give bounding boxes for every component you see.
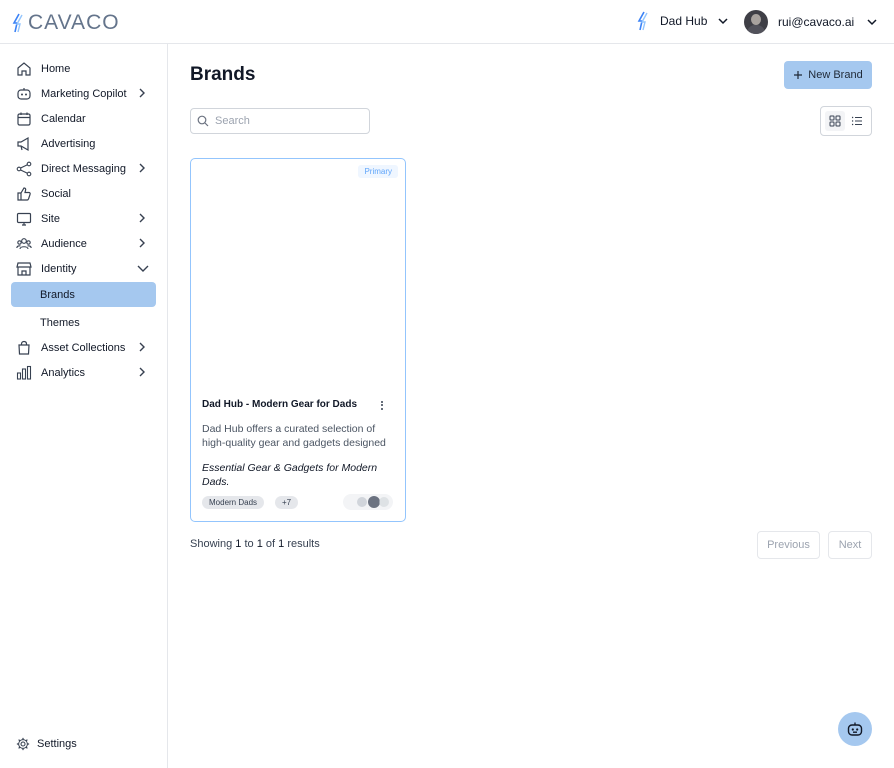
app-logo[interactable]: CAVACO (12, 11, 120, 35)
brand-card[interactable]: Primary Dad Hub - Modern Gear for Dads D… (190, 158, 406, 522)
user-menu[interactable]: rui@cavaco.ai (744, 10, 878, 34)
results-from: 1 (235, 538, 242, 550)
sidebar-item-home[interactable]: Home (11, 56, 156, 81)
users-icon (16, 236, 32, 252)
monitor-icon (16, 211, 32, 227)
view-toggle (820, 106, 872, 136)
avatar (744, 10, 768, 34)
sidebar-item-identity[interactable]: Identity (11, 256, 156, 281)
sidebar-item-label: Audience (41, 237, 87, 250)
chevron-down-icon (137, 265, 149, 272)
shopping-bag-icon (16, 340, 32, 356)
search-icon (197, 115, 209, 127)
settings-label: Settings (37, 738, 77, 750)
new-brand-button[interactable]: New Brand (784, 61, 872, 89)
chevron-right-icon (139, 238, 145, 248)
logo-text: CAVACO (28, 11, 120, 34)
chat-assistant-button[interactable] (838, 712, 872, 746)
chevron-down-icon (718, 18, 728, 25)
copilot-icon (16, 86, 32, 102)
sidebar-item-social[interactable]: Social (11, 181, 156, 206)
brand-logo-icon (637, 11, 648, 31)
sidebar-item-label: Themes (40, 316, 80, 329)
sidebar-item-asset-collections[interactable]: Asset Collections (11, 335, 156, 360)
sidebar-item-label: Marketing Copilot (41, 87, 127, 100)
chevron-right-icon (139, 163, 145, 173)
brand-switcher[interactable]: Dad Hub (636, 11, 729, 31)
sidebar-item-label: Home (41, 62, 71, 75)
grid-icon (829, 115, 841, 127)
sidebar-item-label: Asset Collections (41, 341, 126, 354)
plus-icon (794, 71, 803, 79)
megaphone-icon (16, 136, 32, 152)
sidebar-item-label: Direct Messaging (41, 162, 126, 175)
search-input[interactable] (215, 115, 355, 127)
search-box (190, 108, 370, 134)
brand-switcher-label: Dad Hub (660, 14, 708, 28)
brand-card-tagline: Essential Gear & Gadgets for Modern Dads… (202, 462, 378, 488)
sidebar-item-calendar[interactable]: Calendar (11, 106, 156, 131)
sidebar-item-label: Advertising (41, 137, 96, 150)
chevron-right-icon (139, 213, 145, 223)
primary-badge: Primary (358, 165, 398, 178)
sidebar-item-label: Analytics (41, 366, 86, 379)
sidebar-item-advertising[interactable]: Advertising (11, 131, 156, 156)
brand-card-title: Dad Hub - Modern Gear for Dads (202, 399, 358, 410)
list-icon (851, 116, 862, 126)
sidebar-item-label: Brands (40, 288, 75, 301)
chevron-right-icon (139, 367, 145, 377)
brand-card-description: Dad Hub offers a curated selection of hi… (202, 423, 386, 449)
more-options-icon[interactable] (377, 399, 387, 411)
thumbs-up-icon (16, 186, 32, 202)
robot-icon (847, 722, 863, 736)
results-to: 1 (256, 538, 263, 550)
list-view-button[interactable] (847, 111, 867, 131)
sidebar-item-marketing-copilot[interactable]: Marketing Copilot (11, 81, 156, 106)
sidebar-item-brands[interactable]: Brands (11, 282, 156, 307)
next-button[interactable]: Next (828, 531, 872, 559)
storefront-icon (16, 261, 32, 277)
home-icon (16, 61, 32, 77)
results-summary: Showing 1 to 1 of 1 results (190, 538, 320, 550)
calendar-icon (16, 111, 32, 127)
grid-view-button[interactable] (825, 111, 845, 131)
page-title: Brands (190, 64, 256, 85)
sidebar: Home Marketing Copilot Calendar Advertis… (0, 44, 168, 768)
sidebar-item-label: Identity (41, 262, 77, 275)
sidebar-item-label: Social (41, 187, 71, 200)
bar-chart-icon (16, 365, 32, 381)
sidebar-item-site[interactable]: Site (11, 206, 156, 231)
brand-toggle[interactable] (343, 494, 393, 510)
user-email: rui@cavaco.ai (778, 15, 855, 29)
results-total: 1 (278, 538, 285, 550)
top-bar: CAVACO Dad Hub rui@cavaco.ai (0, 0, 894, 44)
sidebar-item-label: Site (41, 212, 60, 225)
share-icon (16, 161, 32, 177)
sidebar-item-label: Calendar (41, 112, 86, 125)
sidebar-item-direct-messaging[interactable]: Direct Messaging (11, 156, 156, 181)
sidebar-item-audience[interactable]: Audience (11, 231, 156, 256)
chevron-right-icon (139, 88, 145, 98)
more-chips-badge[interactable]: +7 (275, 496, 299, 509)
previous-button[interactable]: Previous (757, 531, 820, 559)
gear-icon (16, 737, 30, 751)
chevron-down-icon (867, 19, 877, 26)
sidebar-item-settings[interactable]: Settings (16, 737, 77, 751)
sidebar-item-themes[interactable]: Themes (11, 310, 156, 335)
sidebar-item-analytics[interactable]: Analytics (11, 360, 156, 385)
chevron-right-icon (139, 342, 145, 352)
new-brand-label: New Brand (808, 69, 863, 81)
cavaco-logo-icon (12, 13, 23, 33)
audience-chip: Modern Dads (202, 496, 265, 509)
